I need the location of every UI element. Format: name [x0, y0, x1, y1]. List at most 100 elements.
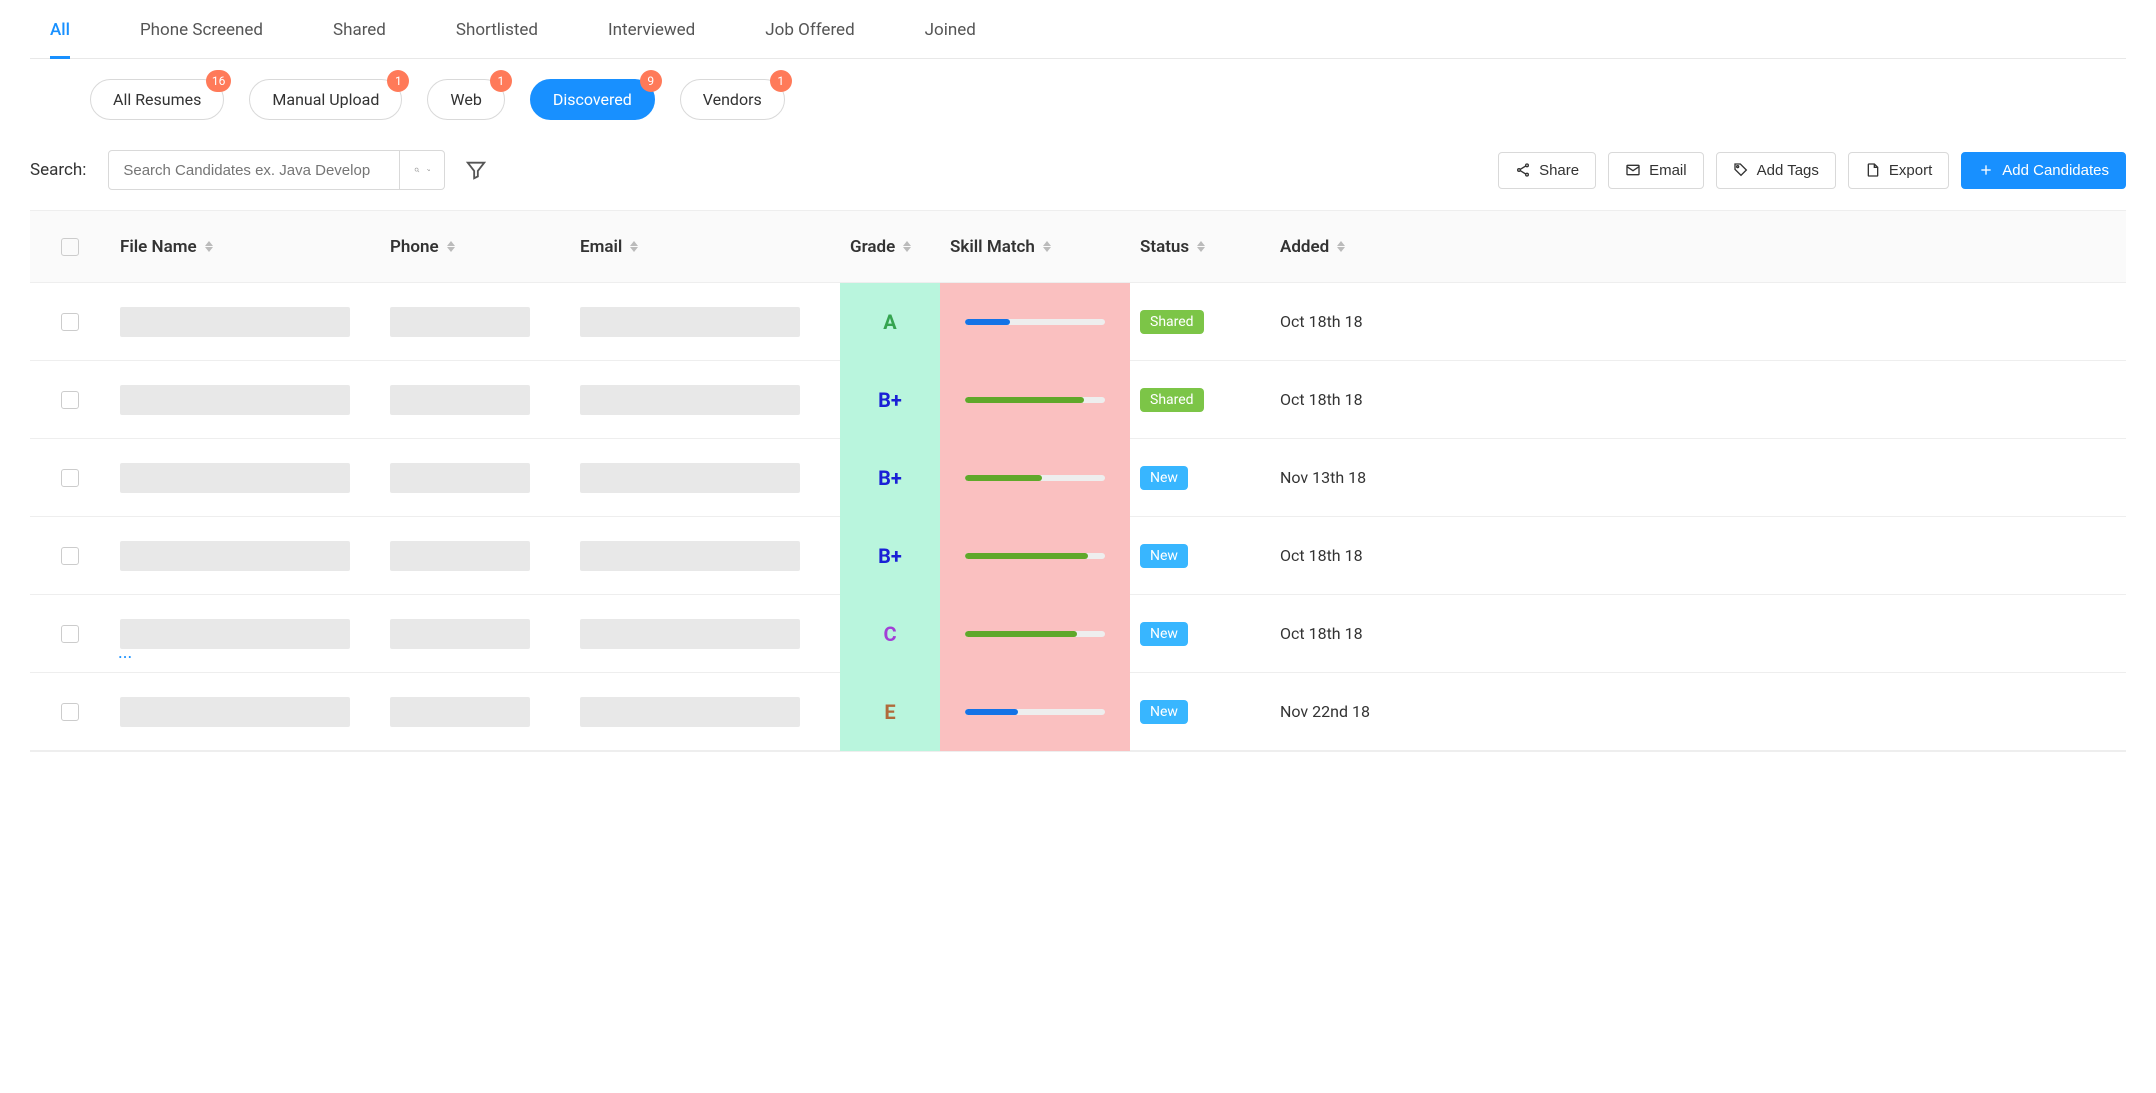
column-header-email[interactable]: Email — [570, 237, 840, 257]
share-button[interactable]: Share — [1498, 152, 1596, 189]
row-checkbox[interactable] — [61, 625, 79, 643]
added-date: Nov 22nd 18 — [1270, 702, 1440, 721]
row-more-link[interactable]: ... — [118, 642, 132, 663]
phone-placeholder — [390, 463, 530, 493]
email-placeholder — [580, 385, 800, 415]
email-placeholder — [580, 697, 800, 727]
skill-match-cell — [940, 283, 1130, 361]
added-date: Nov 13th 18 — [1270, 468, 1440, 487]
status-badge: New — [1140, 544, 1188, 568]
main-tab-joined[interactable]: Joined — [925, 20, 976, 58]
search-label: Search: — [30, 160, 86, 180]
filter-pill-web[interactable]: Web1 — [427, 79, 504, 120]
table-row: B+ New Nov 13th 18 — [30, 439, 2126, 517]
action-row: Search: Share Email Add Tags Export — [30, 140, 2126, 210]
skill-match-cell — [940, 595, 1130, 673]
row-checkbox[interactable] — [61, 391, 79, 409]
filename-placeholder — [120, 385, 350, 415]
filter-pill-all-resumes[interactable]: All Resumes16 — [90, 79, 224, 120]
filter-pill-row: All Resumes16 Manual Upload1 Web1 Discovere… — [30, 59, 2126, 140]
table-row: E New Nov 22nd 18 — [30, 673, 2126, 751]
row-checkbox[interactable] — [61, 703, 79, 721]
filter-pill-discovered[interactable]: Discovered9 — [530, 79, 655, 120]
skill-match-cell — [940, 517, 1130, 595]
status-badge: Shared — [1140, 310, 1204, 334]
main-tabs: All Phone Screened Shared Shortlisted Interv… — [30, 0, 2126, 59]
table-row: A Shared Oct 18th 18 — [30, 283, 2126, 361]
skill-progress — [965, 319, 1105, 325]
grade-cell: B+ — [840, 361, 940, 439]
skill-match-cell — [940, 361, 1130, 439]
status-badge: New — [1140, 466, 1188, 490]
skill-progress — [965, 475, 1105, 481]
filename-placeholder — [120, 307, 350, 337]
select-all-header — [30, 238, 110, 256]
main-tab-shared[interactable]: Shared — [333, 20, 386, 58]
filename-placeholder — [120, 541, 350, 571]
grade-cell: B+ — [840, 439, 940, 517]
added-date: Oct 18th 18 — [1270, 624, 1440, 643]
filename-placeholder — [120, 619, 350, 649]
grade-cell: B+ — [840, 517, 940, 595]
email-placeholder — [580, 541, 800, 571]
status-badge: New — [1140, 700, 1188, 724]
column-header-skill-match[interactable]: Skill Match — [940, 237, 1130, 257]
filename-placeholder — [120, 697, 350, 727]
grade-cell: A — [840, 283, 940, 361]
table-header-row: File Name Phone Email Grade Skill Match … — [30, 211, 2126, 283]
pill-badge: 1 — [770, 70, 792, 92]
filter-pill-manual-upload[interactable]: Manual Upload1 — [249, 79, 402, 120]
pill-badge: 16 — [206, 70, 232, 92]
column-header-status[interactable]: Status — [1130, 237, 1270, 257]
sort-icon — [447, 241, 455, 252]
filter-icon[interactable] — [465, 159, 487, 181]
added-date: Oct 18th 18 — [1270, 390, 1440, 409]
sort-icon — [1197, 241, 1205, 252]
phone-placeholder — [390, 697, 530, 727]
phone-placeholder — [390, 307, 530, 337]
main-tab-phone-screened[interactable]: Phone Screened — [140, 20, 263, 58]
column-header-added[interactable]: Added — [1270, 237, 1440, 257]
row-checkbox[interactable] — [61, 469, 79, 487]
table-row: ... C New Oct 18th 18 — [30, 595, 2126, 673]
email-icon — [1625, 162, 1641, 178]
status-badge: New — [1140, 622, 1188, 646]
share-icon — [1515, 162, 1531, 178]
export-icon — [1865, 162, 1881, 178]
add-tags-button[interactable]: Add Tags — [1716, 152, 1836, 189]
row-checkbox[interactable] — [61, 547, 79, 565]
email-placeholder — [580, 307, 800, 337]
select-all-checkbox[interactable] — [61, 238, 79, 256]
email-button[interactable]: Email — [1608, 152, 1704, 189]
search-dropdown-button[interactable] — [399, 151, 444, 189]
main-tab-interviewed[interactable]: Interviewed — [608, 20, 695, 58]
skill-match-cell — [940, 673, 1130, 751]
search-box — [108, 150, 445, 190]
column-header-grade[interactable]: Grade — [840, 237, 940, 257]
filename-placeholder — [120, 463, 350, 493]
search-input[interactable] — [109, 151, 399, 189]
pill-badge: 9 — [640, 70, 662, 92]
email-placeholder — [580, 619, 800, 649]
add-candidates-button[interactable]: Add Candidates — [1961, 152, 2126, 189]
sort-icon — [205, 241, 213, 252]
main-tab-job-offered[interactable]: Job Offered — [765, 20, 854, 58]
phone-placeholder — [390, 385, 530, 415]
column-header-filename[interactable]: File Name — [110, 237, 380, 257]
status-badge: Shared — [1140, 388, 1204, 412]
export-button[interactable]: Export — [1848, 152, 1949, 189]
plus-icon — [1978, 162, 1994, 178]
table-row: B+ New Oct 18th 18 — [30, 517, 2126, 595]
skill-progress — [965, 397, 1105, 403]
sort-icon — [903, 241, 911, 252]
pill-badge: 1 — [387, 70, 409, 92]
search-icon — [414, 167, 420, 173]
skill-progress — [965, 631, 1105, 637]
main-tab-all[interactable]: All — [50, 20, 70, 58]
sort-icon — [1043, 241, 1051, 252]
grade-cell: C — [840, 595, 940, 673]
main-tab-shortlisted[interactable]: Shortlisted — [456, 20, 538, 58]
filter-pill-vendors[interactable]: Vendors1 — [680, 79, 785, 120]
row-checkbox[interactable] — [61, 313, 79, 331]
column-header-phone[interactable]: Phone — [380, 237, 570, 257]
